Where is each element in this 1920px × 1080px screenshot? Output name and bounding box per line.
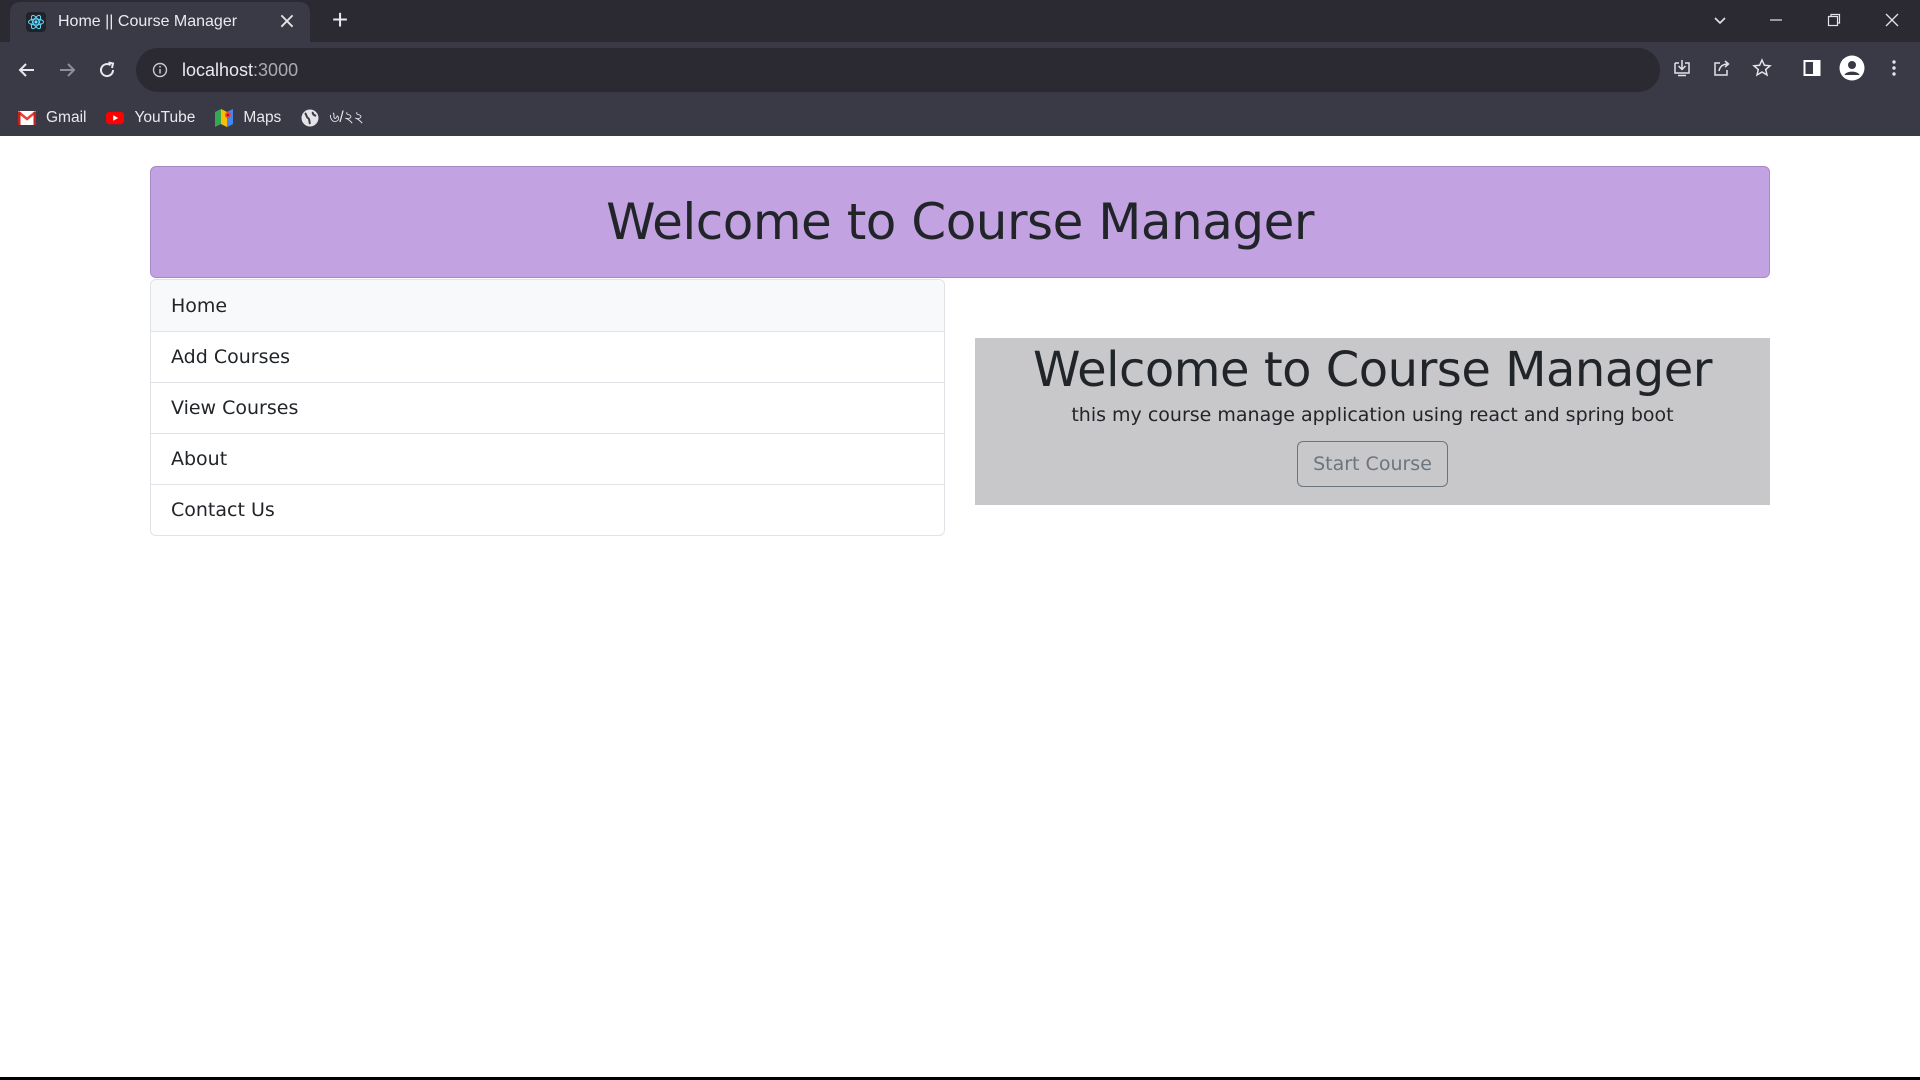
menu-item-about[interactable]: About: [151, 433, 944, 484]
jumbotron-description: this my course manage application using …: [1071, 404, 1674, 426]
browser-tab[interactable]: Home || Course Manager ×: [10, 2, 310, 42]
back-icon[interactable]: [9, 52, 45, 88]
bookmark-gmail[interactable]: Gmail: [18, 109, 86, 127]
new-tab-button[interactable]: +: [326, 6, 354, 35]
youtube-icon: [106, 109, 125, 127]
globe-icon: [301, 109, 319, 127]
maps-icon: [215, 109, 234, 127]
header-card: Welcome to Course Manager: [150, 166, 1770, 278]
page-content: Welcome to Course Manager Home Add Cours…: [0, 136, 1920, 1078]
url-port: :3000: [253, 59, 299, 80]
bookmark-globe[interactable]: ৬/২২: [301, 105, 364, 131]
url-host: localhost: [182, 59, 254, 80]
start-course-button[interactable]: Start Course: [1297, 441, 1448, 487]
tab-strip: Home || Course Manager × +: [0, 0, 1920, 42]
address-bar[interactable]: localhost:3000: [136, 48, 1660, 92]
page-title: Welcome to Course Manager: [606, 193, 1314, 251]
gmail-icon: [18, 109, 36, 127]
restore-icon[interactable]: [1806, 0, 1862, 40]
kebab-menu-icon[interactable]: [1878, 52, 1910, 84]
forward-icon[interactable]: [49, 52, 85, 88]
bookmark-label: Gmail: [46, 109, 87, 126]
nav-menu: Home Add Courses View Courses About Cont…: [150, 279, 945, 536]
minimize-icon[interactable]: [1748, 0, 1804, 40]
tab-search-icon[interactable]: [1692, 0, 1748, 40]
bookmark-youtube[interactable]: YouTube: [106, 109, 195, 127]
bookmarks-bar: Gmail YouTube Maps ৬/২২: [0, 98, 1920, 138]
url-text: localhost:3000: [182, 60, 298, 81]
site-info-icon[interactable]: [150, 60, 170, 80]
react-icon: [26, 12, 46, 32]
bookmark-maps[interactable]: Maps: [215, 109, 281, 127]
share-icon[interactable]: [1706, 52, 1738, 84]
bookmark-label: YouTube: [134, 109, 196, 126]
menu-item-home[interactable]: Home: [151, 280, 944, 331]
reload-icon[interactable]: [89, 52, 125, 88]
jumbotron-title: Welcome to Course Manager: [1033, 342, 1713, 398]
menu-item-view-courses[interactable]: View Courses: [151, 382, 944, 433]
browser-toolbar: localhost:3000 Gmail YouTube Maps ৬/২২: [0, 42, 1920, 138]
side-panel-icon[interactable]: [1796, 52, 1828, 84]
close-window-icon[interactable]: [1864, 0, 1920, 40]
bookmark-star-icon[interactable]: [1746, 52, 1778, 84]
tab-title: Home || Course Manager: [58, 13, 238, 30]
bookmark-label: Maps: [243, 109, 282, 126]
close-tab-icon[interactable]: ×: [276, 11, 298, 33]
welcome-jumbotron: Welcome to Course Manager this my course…: [975, 338, 1770, 505]
menu-item-contact-us[interactable]: Contact Us: [151, 484, 944, 535]
menu-item-add-courses[interactable]: Add Courses: [151, 331, 944, 382]
install-app-icon[interactable]: [1666, 52, 1698, 84]
profile-avatar-icon[interactable]: [1836, 52, 1868, 84]
bookmark-label: ৬/২২: [329, 109, 364, 126]
